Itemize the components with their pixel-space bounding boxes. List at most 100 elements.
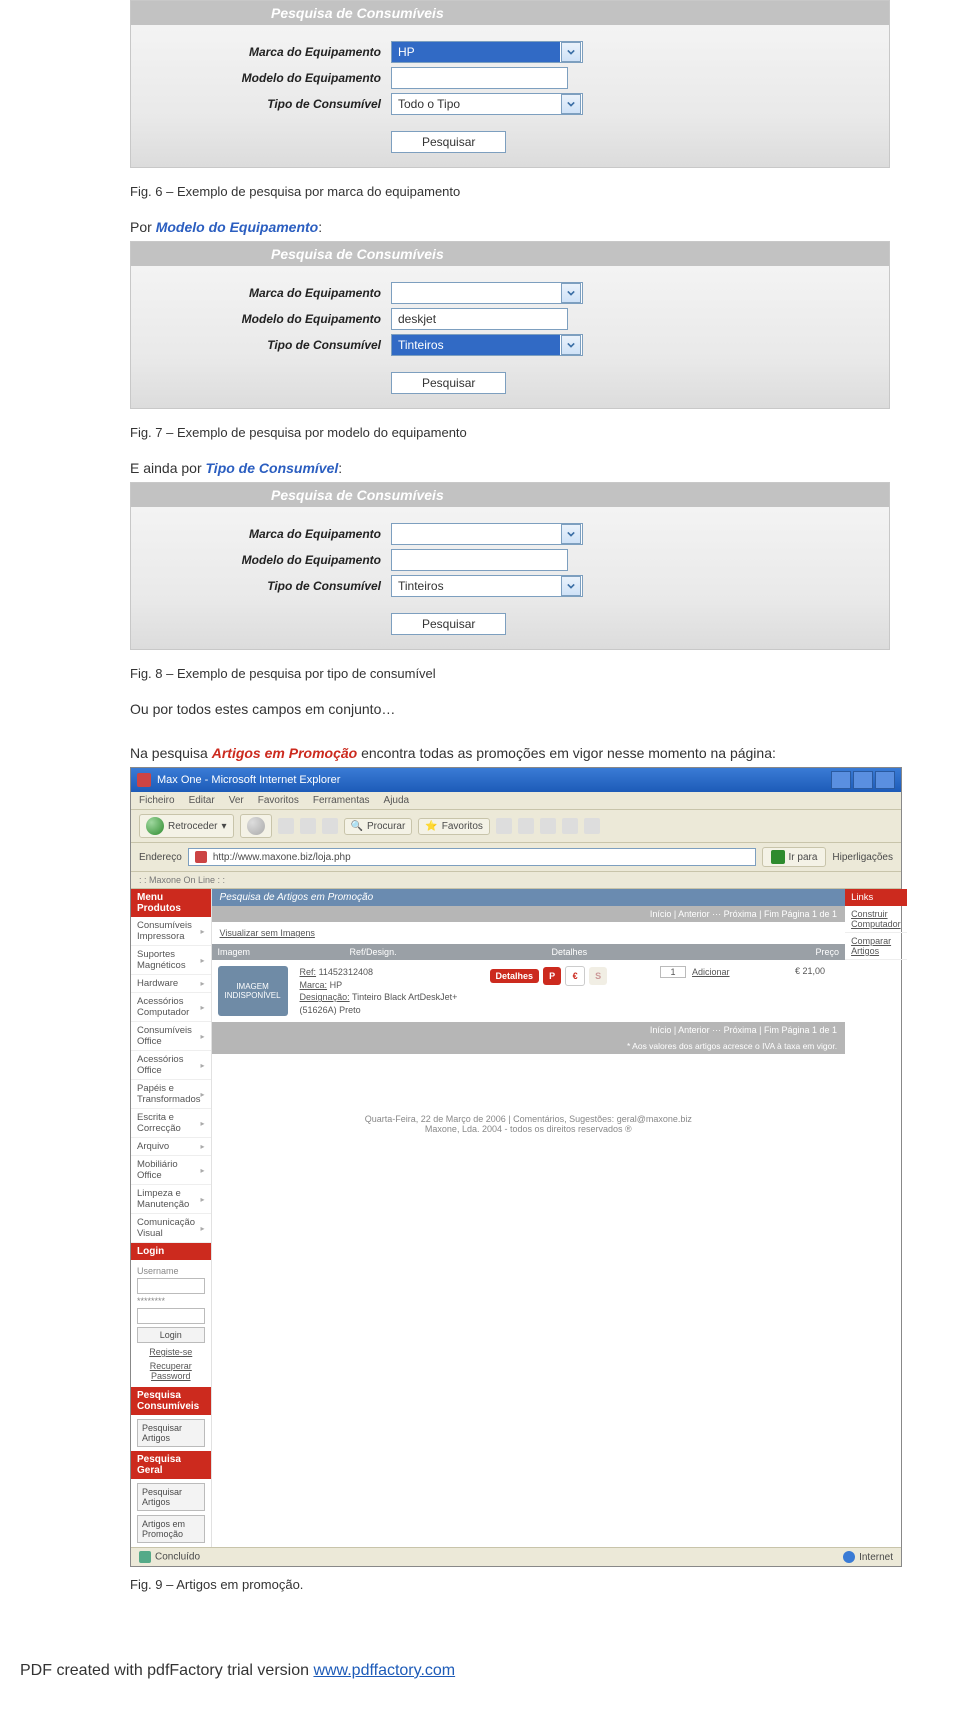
toggle-images-link[interactable]: Visualizar sem Imagens [212, 922, 846, 944]
edit-icon[interactable] [562, 818, 578, 834]
chevron-down-icon[interactable] [561, 335, 581, 355]
sidebar-item[interactable]: Arquivo▸ [131, 1138, 211, 1156]
pagination-bottom[interactable]: Início | Anterior ··· Próxima | Fim Pági… [212, 1022, 846, 1038]
password-input[interactable] [137, 1308, 205, 1324]
qty-input[interactable]: 1 [660, 966, 686, 978]
menu-item[interactable]: Ferramentas [313, 795, 370, 806]
panel-header: Pesquisa de Consumíveis [131, 1, 889, 25]
site-brand: : : Maxone On Line : : [131, 872, 901, 889]
chevron-down-icon[interactable] [561, 94, 581, 114]
login-button[interactable]: Login [137, 1327, 205, 1343]
sidebar-item[interactable]: Suportes Magnéticos▸ [131, 946, 211, 975]
refresh-icon[interactable] [300, 818, 316, 834]
pesquisar-button[interactable]: Pesquisar [391, 372, 506, 394]
mail-icon[interactable] [518, 818, 534, 834]
modelo-input[interactable] [391, 549, 568, 571]
label-tipo: Tipo de Consumível [131, 579, 391, 593]
menu-item[interactable]: Editar [189, 795, 215, 806]
chevron-down-icon[interactable] [561, 576, 581, 596]
back-button[interactable]: Retroceder ▾ [139, 814, 234, 838]
home-icon[interactable] [322, 818, 338, 834]
pdffactory-link[interactable]: www.pdffactory.com [313, 1662, 455, 1679]
favorites-button[interactable]: ⭐ Favoritos [418, 818, 490, 835]
label-marca: Marca do Equipamento [131, 286, 391, 300]
zone-indicator: Internet [843, 1551, 893, 1563]
menu-item[interactable]: Favoritos [258, 795, 299, 806]
chevron-down-icon[interactable] [561, 283, 581, 303]
chevron-down-icon[interactable] [561, 42, 581, 62]
history-icon[interactable] [496, 818, 512, 834]
label-modelo: Modelo do Equipamento [131, 312, 391, 326]
table-header: Imagem Ref/Design. Detalhes Preço [212, 944, 846, 960]
links-label[interactable]: Hiperligações [832, 852, 893, 863]
sidebar-item[interactable]: Acessórios Office▸ [131, 1051, 211, 1080]
sidebar-item[interactable]: Mobiliário Office▸ [131, 1156, 211, 1185]
label-tipo: Tipo de Consumível [131, 97, 391, 111]
label-marca: Marca do Equipamento [131, 527, 391, 541]
tipo-select[interactable]: Todo o Tipo [391, 93, 583, 115]
table-row: IMAGEM INDISPONÍVEL Ref: 11452312408 Mar… [212, 960, 846, 1022]
pesquisar-button[interactable]: Pesquisar [391, 613, 506, 635]
product-thumbnail: IMAGEM INDISPONÍVEL [218, 966, 288, 1016]
window-title: Max One - Microsoft Internet Explorer [157, 774, 340, 786]
menu-bar[interactable]: Ficheiro Editar Ver Favoritos Ferramenta… [131, 792, 901, 810]
label-marca: Marca do Equipamento [131, 45, 391, 59]
go-button[interactable]: Ir para [762, 847, 827, 867]
stop-icon[interactable] [278, 818, 294, 834]
search-button[interactable]: 🔍 Procurar [344, 818, 413, 835]
sidebar-item[interactable]: Acessórios Computador▸ [131, 993, 211, 1022]
pesquisa-consumiveis-header: Pesquisa Consumíveis [131, 1387, 211, 1415]
right-link[interactable]: Construir Computador [845, 906, 907, 933]
tipo-select[interactable]: Tinteiros [391, 334, 583, 356]
right-link[interactable]: Comparar Artigos [845, 933, 907, 960]
forward-button[interactable] [240, 814, 272, 838]
pesquisar-artigos-button[interactable]: Pesquisar Artigos [137, 1483, 205, 1511]
modelo-input[interactable]: deskjet [391, 308, 568, 330]
tipo-value: Tinteiros [392, 576, 560, 596]
main-content: Pesquisa de Artigos em Promoção Início |… [212, 889, 846, 1547]
discuss-icon[interactable] [584, 818, 600, 834]
address-bar: Endereço http://www.maxone.biz/loja.php … [131, 843, 901, 872]
status-bar: Concluído Internet [131, 1547, 901, 1566]
pesquisa-geral-header: Pesquisa Geral [131, 1451, 211, 1479]
chevron-down-icon[interactable] [561, 524, 581, 544]
tipo-select[interactable]: Tinteiros [391, 575, 583, 597]
marca-select[interactable] [391, 523, 583, 545]
username-label: Username [137, 1266, 205, 1276]
sidebar-item[interactable]: Papéis e Transformados▸ [131, 1080, 211, 1109]
lead-modelo: Por Modelo do Equipamento: [130, 219, 890, 235]
window-controls[interactable] [831, 771, 895, 789]
sidebar-item[interactable]: Escrita e Correcção▸ [131, 1109, 211, 1138]
modelo-input[interactable] [391, 67, 568, 89]
label-modelo: Modelo do Equipamento [131, 553, 391, 567]
pesquisar-artigos-button[interactable]: Pesquisar Artigos [137, 1419, 205, 1447]
post-fig8-line2: Na pesquisa Artigos em Promoção encontra… [130, 745, 890, 761]
print-icon[interactable] [540, 818, 556, 834]
fig8-caption: Fig. 8 – Exemplo de pesquisa por tipo de… [130, 666, 890, 681]
marca-select[interactable]: HP [391, 41, 583, 63]
menu-item[interactable]: Ajuda [384, 795, 410, 806]
register-link[interactable]: Registe-se [137, 1347, 205, 1357]
label-tipo: Tipo de Consumível [131, 338, 391, 352]
sidebar-item[interactable]: Consumíveis Office▸ [131, 1022, 211, 1051]
menu-item[interactable]: Ficheiro [139, 795, 175, 806]
sidebar-item[interactable]: Comunicação Visual▸ [131, 1214, 211, 1243]
menu-item[interactable]: Ver [229, 795, 244, 806]
add-link[interactable]: Adicionar [692, 967, 730, 977]
detalhes-badge[interactable]: Detalhes [490, 969, 540, 983]
pdf-footer: PDF created with pdfFactory trial versio… [20, 1662, 960, 1680]
modelo-value: deskjet [392, 309, 567, 329]
address-input[interactable]: http://www.maxone.biz/loja.php [188, 848, 756, 866]
artigos-promocao-button[interactable]: Artigos em Promoção [137, 1515, 205, 1543]
right-column: Links Construir Computador Comparar Arti… [845, 889, 907, 1547]
marca-select[interactable] [391, 282, 583, 304]
sidebar-item[interactable]: Consumíveis Impressora▸ [131, 917, 211, 946]
fig9-caption: Fig. 9 – Artigos em promoção. [130, 1577, 890, 1592]
sidebar-item[interactable]: Limpeza e Manutenção▸ [131, 1185, 211, 1214]
recover-password-link[interactable]: Recuperar Password [137, 1361, 205, 1381]
sidebar-item[interactable]: Hardware▸ [131, 975, 211, 993]
menu-produtos-header: Menu Produtos [131, 889, 211, 917]
pagination-top[interactable]: Início | Anterior ··· Próxima | Fim Pági… [212, 906, 846, 922]
pesquisar-button[interactable]: Pesquisar [391, 131, 506, 153]
username-input[interactable] [137, 1278, 205, 1294]
